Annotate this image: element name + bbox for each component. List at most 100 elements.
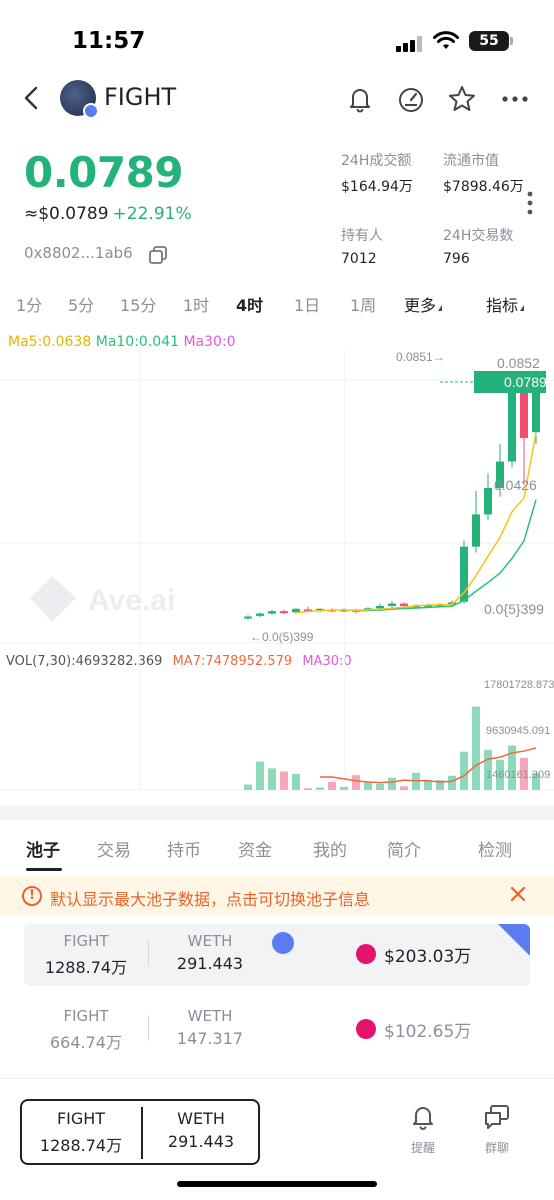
timeframe-1w[interactable]: 1周 xyxy=(350,292,376,316)
timeframe-5m[interactable]: 5分 xyxy=(68,292,94,316)
group-chat-label: 群聊 xyxy=(484,1141,509,1155)
group-chat-button[interactable]: 群聊 xyxy=(472,1103,522,1156)
token-header: FIGHT xyxy=(0,72,554,124)
bell-icon[interactable] xyxy=(345,84,375,114)
timeframe-15m[interactable]: 15分 xyxy=(120,292,156,316)
ma30-value: Ma30:0 xyxy=(183,334,236,350)
price-tick: 0.0852 xyxy=(497,355,540,371)
stat-volume-24h: 24H成交额 $164.94万 xyxy=(341,150,413,196)
tab-holders[interactable]: 持币 xyxy=(167,836,201,861)
volume-bar xyxy=(244,784,252,790)
section-divider xyxy=(0,806,554,820)
volume-bar xyxy=(364,782,372,790)
volume-bar xyxy=(388,777,396,790)
pool-notice-banner[interactable]: ! 默认显示最大池子数据，点击可切换池子信息 xyxy=(0,876,554,916)
cellular-signal-icon xyxy=(396,36,424,52)
pool-token-a: FIGHT 664.74万 xyxy=(36,1007,136,1053)
stat-tx-24h: 24H交易数 796 xyxy=(443,225,513,267)
tab-trades[interactable]: 交易 xyxy=(97,836,131,861)
active-tab-underline xyxy=(26,868,62,871)
current-price-tag-text: 0.0789 xyxy=(504,374,547,390)
speedometer-icon[interactable] xyxy=(396,84,426,114)
price-change: +22.91% xyxy=(112,204,192,224)
candle-body xyxy=(520,385,528,439)
price-chart[interactable]: Ave.ai 0.0852 0.0789 0.0426 0.0{5}399 0.… xyxy=(0,350,554,800)
volume-bar xyxy=(328,781,336,790)
pool-row[interactable]: FIGHT 1288.74万 WETH 291.443 $203.03万 xyxy=(24,924,530,986)
bell-icon xyxy=(413,1107,433,1130)
pair-summary[interactable]: FIGHT 1288.74万 WETH 291.443 xyxy=(20,1099,260,1165)
pool-separator xyxy=(148,1015,149,1041)
timeframe-1h[interactable]: 1时 xyxy=(183,292,209,316)
pool-token-b-amount: 147.317 xyxy=(176,1029,244,1048)
volume-bar xyxy=(316,787,324,790)
volume-tick: 1460161.309 xyxy=(486,769,550,781)
timeframe-1d[interactable]: 1日 xyxy=(294,292,320,316)
timeframe-more[interactable]: 更多 xyxy=(404,292,443,316)
copy-icon[interactable] xyxy=(148,245,168,265)
tab-pools[interactable]: 池子 xyxy=(26,836,60,861)
tab-audit[interactable]: 检测 xyxy=(478,836,512,861)
caret-icon xyxy=(520,305,525,311)
volume-bar xyxy=(424,781,432,790)
ma-legend: Ma5:0.0638 Ma10:0.041 Ma30:0 xyxy=(8,334,236,350)
alert-label: 提醒 xyxy=(410,1141,435,1155)
tab-funds[interactable]: 资金 xyxy=(238,836,272,861)
star-icon[interactable] xyxy=(447,84,477,114)
candle-body xyxy=(508,385,516,462)
ave-ai-watermark: Ave.ai xyxy=(30,576,175,622)
price-tick: 0.0426 xyxy=(494,477,537,493)
indicators-menu[interactable]: 指标 xyxy=(486,292,525,316)
watermark-text: Ave.ai xyxy=(88,584,175,617)
status-bar: 11:57 55 xyxy=(0,0,554,80)
pool-row[interactable]: FIGHT 664.74万 WETH 147.317 $102.65万 xyxy=(24,999,530,1061)
pair-token-b-symbol: WETH xyxy=(177,1109,225,1128)
pair-token-b: WETH 291.443 xyxy=(142,1109,260,1151)
volume-bar xyxy=(376,783,384,790)
chat-icon xyxy=(485,1105,509,1129)
volume-bar xyxy=(460,751,468,790)
timeframe-4h[interactable]: 4时 xyxy=(236,292,263,316)
pair-token-a-symbol: FIGHT xyxy=(56,1109,106,1128)
indicators-label: 指标 xyxy=(486,296,519,315)
pair-token-a-amount: 1288.74万 xyxy=(39,1136,123,1155)
battery-icon: 55 xyxy=(469,31,513,51)
pair-token-b-amount: 291.443 xyxy=(167,1132,235,1151)
pool-token-a-symbol: FIGHT xyxy=(63,1007,109,1025)
close-icon[interactable] xyxy=(508,884,528,904)
candlesticks xyxy=(244,370,540,620)
pair-token-a: FIGHT 1288.74万 xyxy=(22,1109,140,1156)
stat-holders: 持有人 7012 xyxy=(341,225,383,267)
timeframe-more-label: 更多 xyxy=(404,296,437,315)
stat-label: 24H交易数 xyxy=(443,228,514,244)
candle-body xyxy=(484,487,492,515)
tab-intro[interactable]: 简介 xyxy=(387,836,421,861)
volume-bar xyxy=(472,706,480,790)
pool-token-a-symbol: FIGHT xyxy=(63,932,109,950)
volume-bar xyxy=(268,768,276,790)
more-options-icon[interactable] xyxy=(500,84,530,114)
pool-token-b: WETH 291.443 xyxy=(160,932,260,973)
ma10-value: Ma10:0.041 xyxy=(95,334,180,350)
stat-value: 796 xyxy=(443,251,470,267)
stat-market-cap: 流通市值 $7898.46万 xyxy=(443,150,524,196)
back-icon[interactable] xyxy=(18,82,46,114)
alert-button[interactable]: 提醒 xyxy=(398,1103,448,1156)
warning-icon: ! xyxy=(22,886,42,906)
stat-value: 7012 xyxy=(341,251,377,267)
pool-token-b-symbol: WETH xyxy=(187,1007,233,1025)
volume-bar xyxy=(256,761,264,790)
stat-label: 流通市值 xyxy=(443,153,499,169)
timeframe-1m[interactable]: 1分 xyxy=(16,292,42,316)
stats-more-icon[interactable] xyxy=(526,190,534,216)
stat-value: $164.94万 xyxy=(341,179,413,195)
volume-bar xyxy=(340,786,348,790)
pool-token-b-amount: 291.443 xyxy=(176,954,244,973)
pool-liquidity: $203.03万 xyxy=(384,947,472,967)
tab-mine[interactable]: 我的 xyxy=(313,836,347,861)
usd-price-row: ≈$0.0789 +22.91% xyxy=(24,204,192,224)
current-price: 0.0789 xyxy=(24,148,184,197)
stat-label: 24H成交额 xyxy=(341,153,412,169)
home-indicator xyxy=(177,1181,377,1187)
low-marker: ←0.0(5)399 xyxy=(250,630,314,644)
